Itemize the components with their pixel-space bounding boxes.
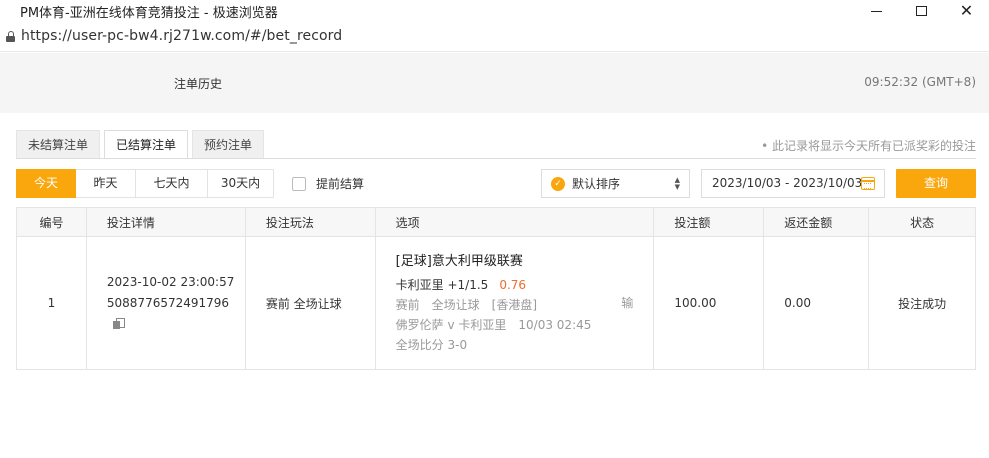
minimize-icon: [871, 10, 882, 12]
tabs-divider: [16, 158, 976, 159]
window-titlebar: PM体育-亚洲在线体育竞猜投注 - 极速浏览器 ✕: [0, 0, 989, 22]
status-badge: 投注成功: [868, 236, 976, 370]
early-settle-checkbox[interactable]: [292, 176, 306, 191]
bet-time: 2023-10-02 23:00:57: [106, 274, 235, 289]
tab-unsettled[interactable]: 未结算注单: [16, 130, 101, 158]
updown-arrows-icon: ▲ ▼: [674, 176, 680, 191]
tab-reserved[interactable]: 预约注单: [192, 130, 265, 158]
col-header-option: 选项: [374, 207, 655, 237]
stake-amount: 100.00: [653, 236, 765, 370]
query-button[interactable]: 查询: [896, 169, 976, 198]
maximize-icon: [916, 6, 927, 16]
selection-line: 卡利亚里 +1/1.5 0.76: [396, 275, 654, 295]
check-circle-icon: ✓: [551, 176, 565, 191]
maximize-button[interactable]: [899, 0, 944, 22]
sort-select[interactable]: ✓ 默认排序 ▲ ▼: [541, 169, 690, 198]
odds: 0.76: [499, 277, 527, 292]
address-bar[interactable]: https://user-pc-bw4.rj271w.com/#/bet_rec…: [0, 22, 989, 52]
date-range-value: 2023/10/03 - 2023/10/03: [712, 176, 863, 190]
bet-record-table: 编号 投注详情 投注玩法 选项 投注额 返还金额 状态 1 2023-10-02…: [16, 207, 976, 370]
window-controls: ✕: [854, 0, 989, 22]
period-filter: 今天 昨天 七天内 30天内: [16, 169, 274, 198]
url-text[interactable]: https://user-pc-bw4.rj271w.com/#/bet_rec…: [21, 28, 342, 44]
tab-settled[interactable]: 已结算注单: [104, 130, 189, 159]
period-yesterday-button[interactable]: 昨天: [76, 169, 136, 198]
col-header-play: 投注玩法: [244, 207, 376, 237]
period-today-button[interactable]: 今天: [16, 169, 76, 198]
bet-option-cell: [足球]意大利甲级联赛 卡利亚里 +1/1.5 0.76 赛前 全场让球 [香港盘…: [374, 236, 655, 370]
col-header-stake: 投注额: [653, 207, 765, 237]
col-header-detail: 投注详情: [85, 207, 246, 237]
info-note: • 此记录将显示今天所有已派奖彩的投注: [761, 139, 976, 153]
close-button[interactable]: ✕: [944, 0, 989, 22]
bet-result: 输: [621, 296, 634, 310]
period-7days-button[interactable]: 七天内: [136, 169, 208, 198]
return-amount: 0.00: [763, 236, 870, 370]
market-type: 赛前 全场让球 [香港盘]: [395, 297, 538, 312]
selection: 卡利亚里 +1/1.5: [395, 277, 489, 292]
close-icon: ✕: [959, 1, 974, 20]
col-header-status: 状态: [868, 207, 976, 237]
table-row: 1 2023-10-02 23:00:57 5088776572491796 赛…: [16, 236, 976, 370]
bet-id-line: 5088776572491796: [107, 293, 245, 335]
league-name: [足球]意大利甲级联赛: [395, 253, 523, 269]
bet-id: 5088776572491796: [106, 295, 230, 310]
window-title: PM体育-亚洲在线体育竞猜投注 - 极速浏览器: [20, 6, 278, 21]
match-info: 佛罗伦萨 v 卡利亚里 10/03 02:45: [395, 317, 592, 332]
bet-detail-cell: 2023-10-02 23:00:57 5088776572491796: [85, 236, 246, 370]
page-title: 注单历史: [174, 77, 223, 91]
row-number: 1: [16, 236, 87, 370]
sort-label: 默认排序: [572, 177, 621, 191]
final-score: 全场比分 3-0: [395, 337, 468, 352]
col-header-no: 编号: [16, 207, 87, 237]
clock: 09:52:32 (GMT+8): [864, 75, 976, 89]
table-header-row: 编号 投注详情 投注玩法 选项 投注额 返还金额 状态: [16, 207, 976, 237]
date-range-picker[interactable]: 2023/10/03 - 2023/10/03: [701, 169, 885, 198]
minimize-button[interactable]: [854, 0, 899, 22]
calendar-icon[interactable]: [861, 177, 875, 190]
bet-tabs: 未结算注单 已结算注单 预约注单: [16, 130, 268, 159]
period-30days-button[interactable]: 30天内: [208, 169, 274, 198]
lock-icon: [6, 31, 15, 42]
bet-play-cell: 赛前 全场让球: [244, 236, 376, 370]
page-header: 注单历史 09:52:32 (GMT+8): [0, 53, 989, 113]
early-settle-label: 提前结算: [316, 177, 365, 191]
early-settle-filter[interactable]: 提前结算: [292, 175, 364, 192]
col-header-return: 返还金额: [763, 207, 870, 237]
copy-icon[interactable]: [112, 317, 125, 329]
